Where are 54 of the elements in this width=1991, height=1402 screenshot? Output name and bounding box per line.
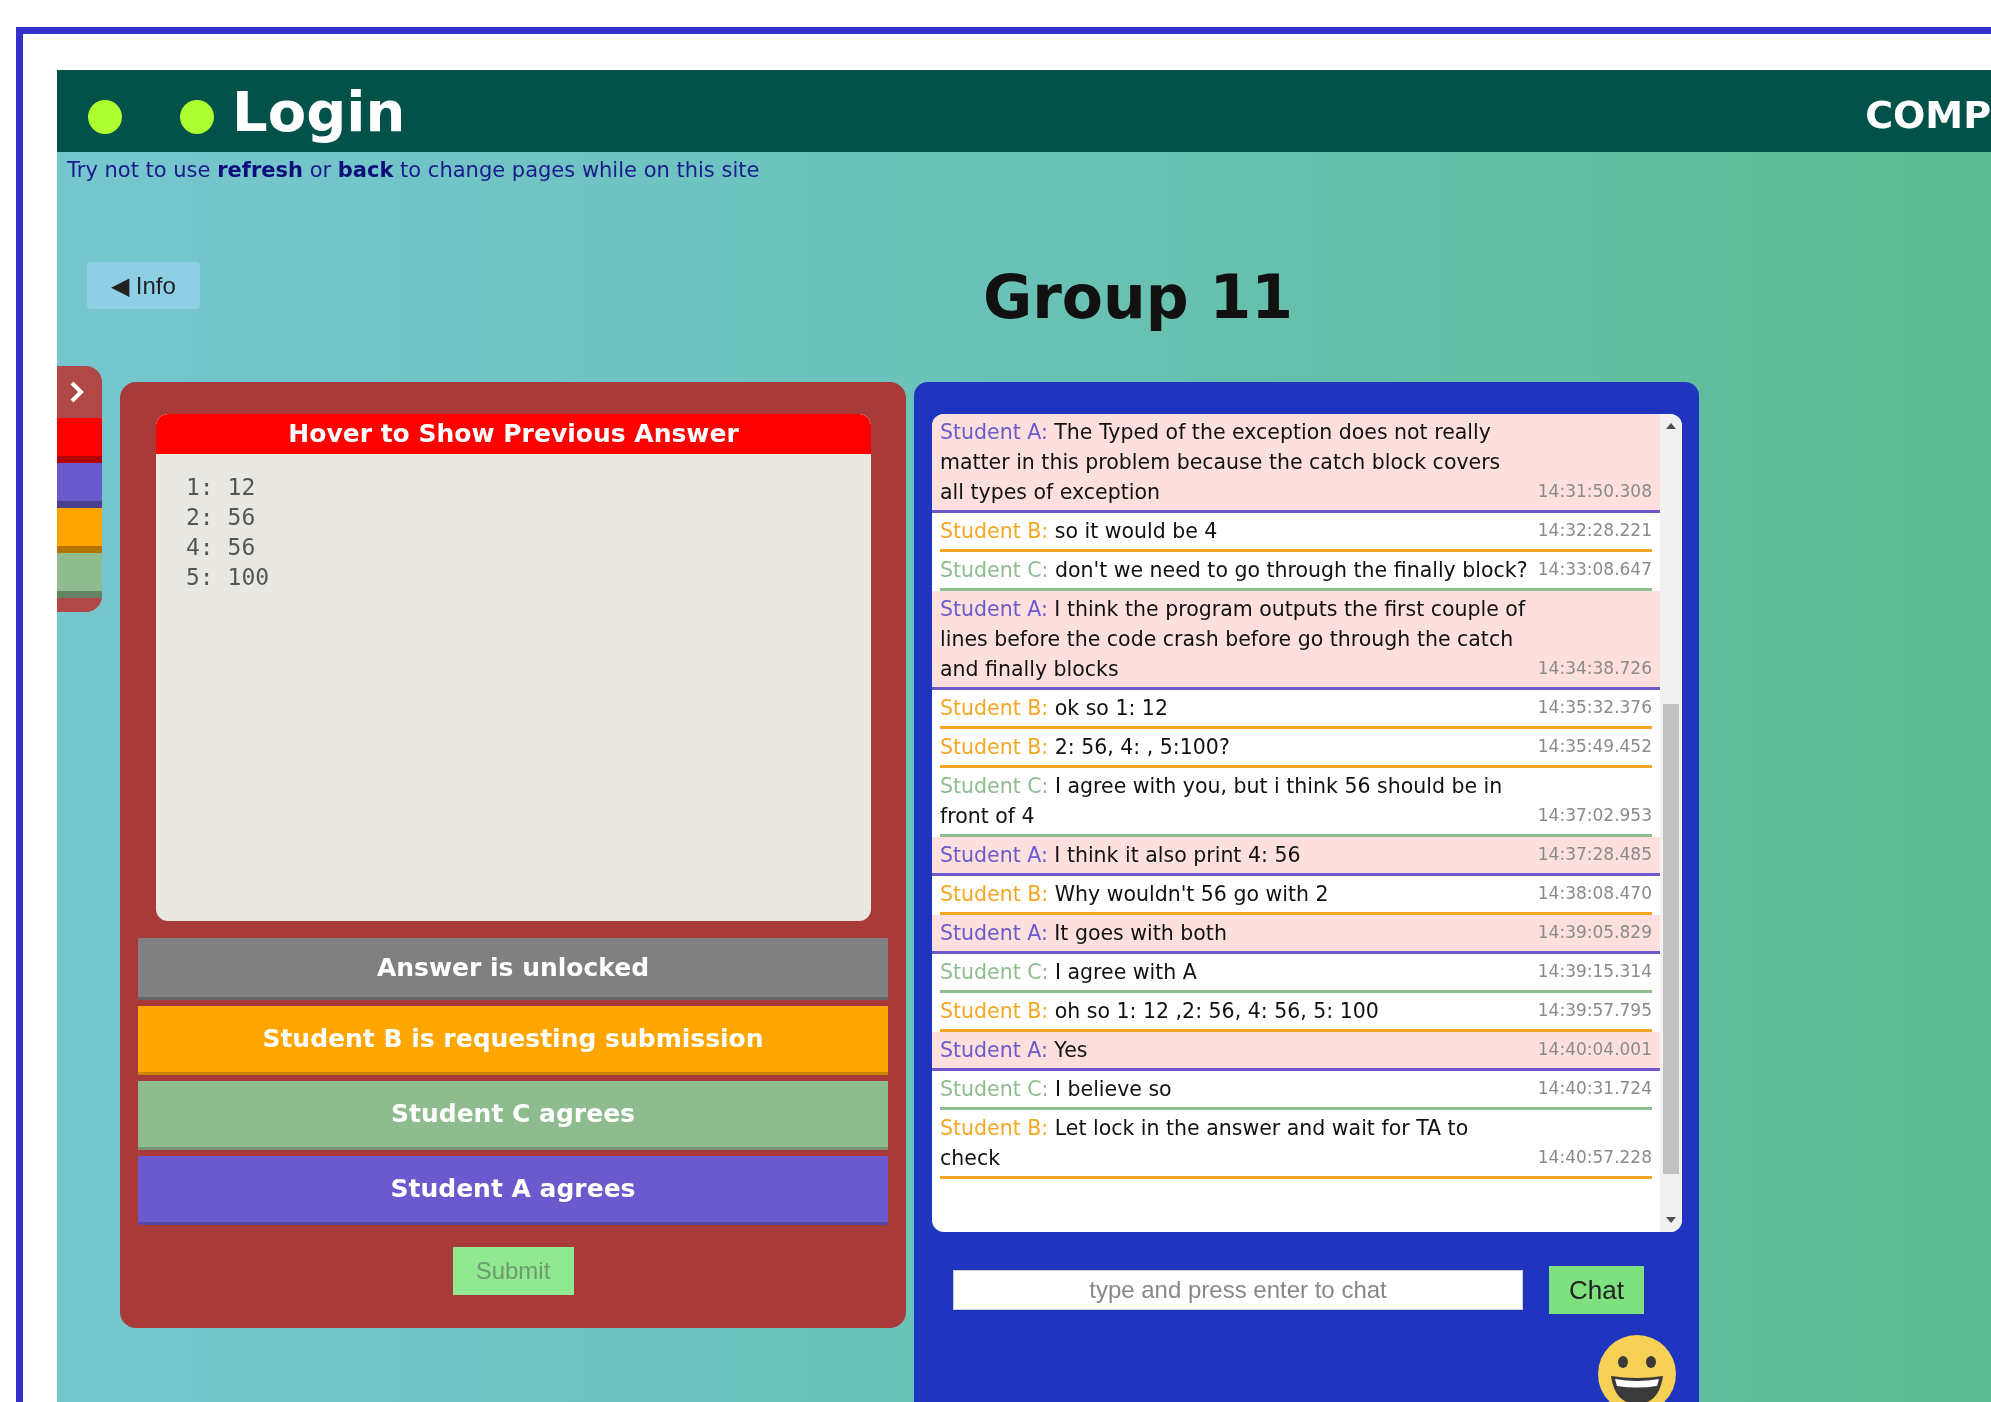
dot-icon [180,100,214,134]
timestamp: 14:34:38.726 [1537,658,1652,678]
message-text: Student B: Let lock in the answer and wait for TA to check [940,1115,1470,1172]
timestamp: 14:37:28.485 [1537,844,1652,864]
message-text: Student C: don't we need to go through the finally block? [940,557,1529,584]
dot-icon [88,100,122,134]
message-text: Student A: Yes [940,1037,1089,1064]
smiley-icon[interactable] [1597,1334,1677,1402]
message-text: Student A: I think the program outputs the first couple of lines before the code crash before go through the catch and finally blocks [940,596,1527,683]
status-bar: Student A agrees [138,1156,888,1225]
status-bar: Student C agrees [138,1081,888,1150]
timestamp: 14:38:08.470 [1537,883,1652,903]
answer-line: 2: 56 [186,503,257,532]
chevron-right-icon [68,380,86,404]
timestamp: 14:40:31.724 [1537,1078,1652,1098]
chat-input[interactable]: type and press enter to chat [953,1270,1523,1310]
message-text: Student C: I agree with you, but i think 56 should be in front of 4 [940,773,1504,830]
page-title: Login [232,78,406,144]
message-text: Student C: I believe so [940,1076,1173,1103]
info-button[interactable]: ◀ Info [87,262,200,309]
header-text: COMP [1865,92,1991,137]
message-text: Student B: so it would be 4 [940,518,1219,545]
timestamp: 14:40:57.228 [1537,1147,1652,1167]
answer-line: 1: 12 [186,473,257,502]
scrollbar[interactable] [1660,414,1682,1232]
timestamp: 14:35:49.452 [1537,736,1652,756]
message-text: Student B: Why wouldn't 56 go with 2 [940,881,1330,908]
side-drawer-tab[interactable] [57,366,102,612]
timestamp: 14:39:57.795 [1537,1000,1652,1020]
group-title: Group 11 [983,262,1294,332]
timestamp: 14:37:02.953 [1537,805,1652,825]
timestamp: 14:32:28.221 [1537,520,1652,540]
message-text: Student B: ok so 1: 12 [940,695,1169,722]
timestamp: 14:39:05.829 [1537,922,1652,942]
message-text: Student A: It goes with both [940,920,1228,947]
scroll-down-icon[interactable] [1665,1216,1677,1224]
chat-button[interactable]: Chat [1549,1266,1644,1314]
answer-line: 5: 100 [186,563,271,592]
message-text: Student B: oh so 1: 12 ,2: 56, 4: 56, 5: 100 [940,998,1380,1025]
notice-text: Try not to use refresh or back to change pages while on this site [66,157,761,182]
message-text: Student A: I think it also print 4: 56 [940,842,1302,869]
status-bar: Answer is unlocked [138,938,888,1000]
message-text: Student C: I agree with A [940,959,1198,986]
timestamp: 14:40:04.001 [1537,1039,1652,1059]
answer-line: 4: 56 [186,533,257,562]
timestamp: 14:33:08.647 [1537,559,1652,579]
answer-box-header[interactable]: Hover to Show Previous Answer [156,414,871,454]
status-bar: Student B is requesting submission [138,1006,888,1075]
message-text: Student B: 2: 56, 4: , 5:100? [940,734,1231,761]
timestamp: 14:31:50.308 [1537,481,1652,501]
timestamp: 14:39:15.314 [1537,961,1652,981]
message-text: Student A: The Typed of the exception does not really matter in this problem because the catch block covers all types of exception [940,419,1502,506]
scroll-up-icon[interactable] [1665,422,1677,430]
timestamp: 14:35:32.376 [1537,697,1652,717]
